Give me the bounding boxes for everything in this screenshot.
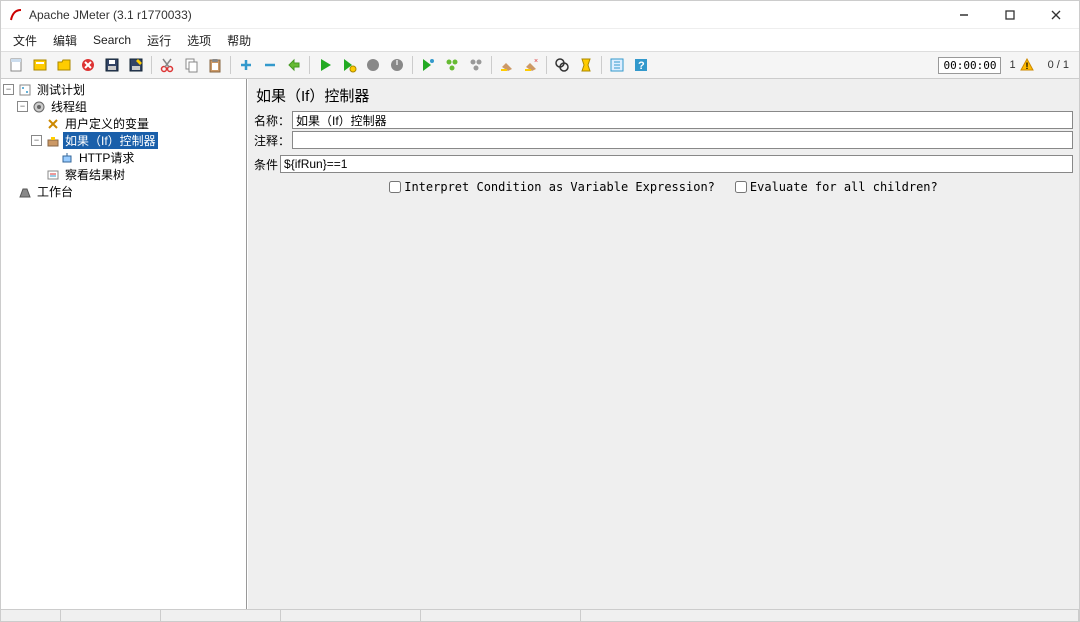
menu-run[interactable]: 运行 [141, 30, 177, 51]
start-icon[interactable] [314, 54, 336, 76]
remote-start-all-icon[interactable] [441, 54, 463, 76]
help-icon[interactable]: ? [630, 54, 652, 76]
controller-icon [45, 133, 61, 149]
new-icon[interactable] [5, 54, 27, 76]
menubar: 文件 编辑 Search 运行 选项 帮助 [1, 29, 1079, 51]
menu-search[interactable]: Search [87, 31, 137, 49]
warning-icon: ! [1020, 58, 1034, 72]
interpret-checkbox[interactable]: Interpret Condition as Variable Expressi… [389, 180, 715, 194]
testplan-icon [17, 82, 33, 98]
menu-edit[interactable]: 编辑 [47, 30, 83, 51]
condition-label: 条件 [254, 156, 278, 173]
toggle-icon[interactable] [283, 54, 305, 76]
panel-heading: 如果（If）控制器 [248, 79, 1079, 110]
titlebar: Apache JMeter (3.1 r1770033) [1, 1, 1079, 29]
name-input[interactable] [292, 111, 1073, 129]
save-icon[interactable] [101, 54, 123, 76]
toggle-icon[interactable]: − [31, 135, 42, 146]
tree-threadgroup[interactable]: − 线程组 [17, 98, 246, 115]
name-label: 名称： [254, 112, 290, 129]
cut-icon[interactable] [156, 54, 178, 76]
close-button[interactable] [1041, 5, 1071, 25]
evaluate-checkbox[interactable]: Evaluate for all children? [735, 180, 938, 194]
start-notimer-icon[interactable] [338, 54, 360, 76]
save-as-icon[interactable] [125, 54, 147, 76]
menu-help[interactable]: 帮助 [221, 30, 257, 51]
tree-testplan[interactable]: − 测试计划 [3, 81, 246, 98]
tree-httprequest[interactable]: HTTP请求 [45, 149, 246, 166]
shutdown-icon[interactable] [386, 54, 408, 76]
open-icon[interactable] [53, 54, 75, 76]
menu-file[interactable]: 文件 [7, 30, 43, 51]
remote-stop-icon[interactable] [465, 54, 487, 76]
clear-icon[interactable] [496, 54, 518, 76]
condition-input[interactable] [280, 155, 1073, 173]
sampler-icon [59, 150, 75, 166]
toggle-icon[interactable]: − [17, 101, 28, 112]
config-icon [45, 116, 61, 132]
expand-icon[interactable] [235, 54, 257, 76]
tree-uservars[interactable]: 用户定义的变量 [31, 115, 246, 132]
window-title: Apache JMeter (3.1 r1770033) [29, 8, 949, 22]
workbench-icon [17, 184, 33, 200]
main-panel: 如果（If）控制器 名称： 注释： 条件 Interpret Condition… [247, 79, 1079, 609]
svg-text:!: ! [1025, 61, 1028, 71]
clear-all-icon[interactable]: × [520, 54, 542, 76]
toggle-icon[interactable]: − [3, 84, 14, 95]
menu-options[interactable]: 选项 [181, 30, 217, 51]
tree-panel: − 测试计划 − 线程组 [1, 79, 247, 609]
svg-text:?: ? [638, 60, 645, 72]
evaluate-checkbox-input[interactable] [735, 181, 747, 193]
templates-icon[interactable] [29, 54, 51, 76]
tree-workbench[interactable]: 工作台 [3, 183, 246, 200]
elapsed-time: 00:00:00 [938, 57, 1001, 74]
toolbar: × ? 00:00:00 1 ! 0 / 1 [1, 51, 1079, 79]
threadgroup-icon [31, 99, 47, 115]
search-icon[interactable] [551, 54, 573, 76]
statusbar [1, 609, 1079, 621]
reset-search-icon[interactable] [575, 54, 597, 76]
collapse-icon[interactable] [259, 54, 281, 76]
tree-viewresults[interactable]: 察看结果树 [31, 166, 246, 183]
remote-start-icon[interactable] [417, 54, 439, 76]
warning-indicator[interactable]: 1 ! [1009, 58, 1033, 72]
minimize-button[interactable] [949, 5, 979, 25]
close-icon[interactable] [77, 54, 99, 76]
app-icon [9, 8, 23, 22]
comment-input[interactable] [292, 131, 1073, 149]
listener-icon [45, 167, 61, 183]
function-helper-icon[interactable] [606, 54, 628, 76]
paste-icon[interactable] [204, 54, 226, 76]
svg-text:×: × [534, 58, 538, 65]
maximize-button[interactable] [995, 5, 1025, 25]
copy-icon[interactable] [180, 54, 202, 76]
interpret-checkbox-input[interactable] [389, 181, 401, 193]
thread-count: 0 / 1 [1048, 59, 1069, 71]
comment-label: 注释： [254, 132, 290, 149]
stop-icon[interactable] [362, 54, 384, 76]
tree-ifcontroller[interactable]: − 如果（If）控制器 [31, 132, 246, 149]
